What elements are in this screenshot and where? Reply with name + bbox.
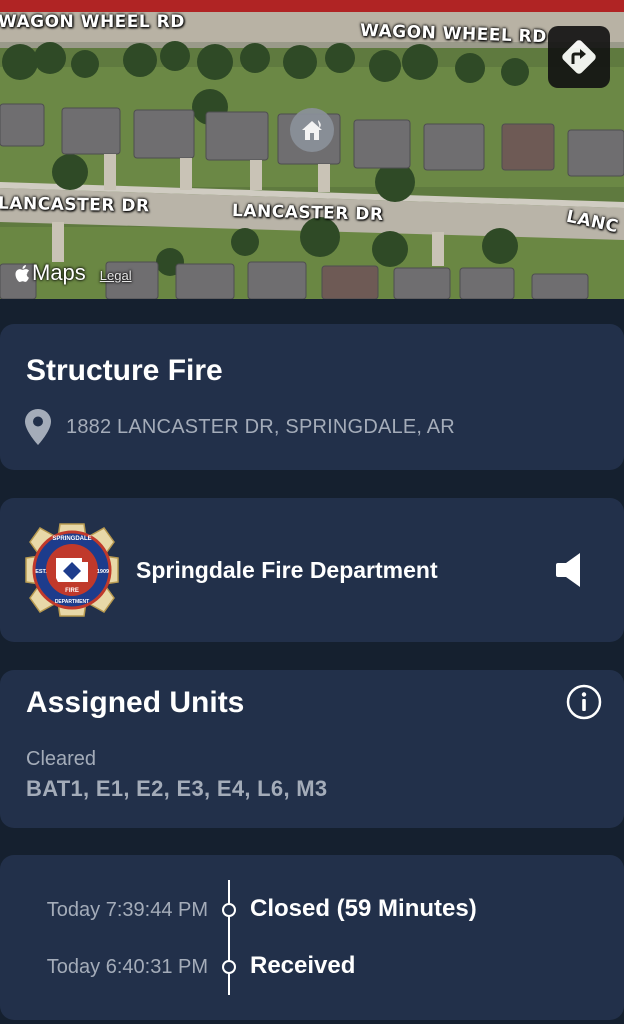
- info-icon[interactable]: [566, 684, 602, 720]
- assigned-units-title: Assigned Units: [26, 686, 245, 719]
- road-label: WAGON WHEEL RD: [0, 12, 185, 32]
- maps-brand-label: Maps: [32, 260, 86, 285]
- incident-address: 1882 LANCASTER DR, SPRINGDALE, AR: [66, 415, 455, 438]
- incident-address-row[interactable]: 1882 LANCASTER DR, SPRINGDALE, AR: [24, 408, 455, 446]
- incident-location-pin[interactable]: [290, 108, 334, 152]
- badge-fire-text: FIRE: [65, 588, 79, 594]
- units-status-label: Cleared: [26, 748, 97, 770]
- house-fire-icon: [302, 120, 322, 140]
- timeline-dot: [222, 903, 236, 917]
- top-status-bar: [0, 0, 624, 12]
- timeline-time: Today 6:40:31 PM: [46, 956, 208, 978]
- timeline-event: Received: [250, 952, 356, 979]
- badge-bottom-text: DEPARTMENT: [55, 599, 89, 605]
- incident-type-title: Structure Fire: [26, 354, 223, 387]
- directions-icon: [562, 40, 596, 74]
- badge-top-text: SPRINGDALE: [52, 536, 91, 542]
- road-label: LANCASTER DR: [231, 201, 384, 225]
- directions-button[interactable]: [548, 26, 610, 88]
- speaker-icon[interactable]: [556, 552, 584, 588]
- incident-detail-screen: WAGON WHEEL RD WAGON WHEEL RD LANCASTER …: [0, 0, 624, 1024]
- units-list: BAT1, E1, E2, E3, E4, L6, M3: [26, 776, 328, 801]
- location-pin-icon: [25, 409, 51, 445]
- maps-brand: Maps: [14, 260, 86, 286]
- apple-logo-icon: [15, 264, 30, 282]
- map-satellite-imagery: [0, 12, 624, 299]
- fire-department-badge: SPRINGDALE EST. 1909 FIRE DEPARTMENT: [25, 523, 119, 617]
- incident-card: Structure Fire 1882 LANCASTER DR, SPRING…: [0, 324, 624, 470]
- timeline-entry: Today 7:39:44 PM Closed (59 Minutes): [0, 895, 624, 925]
- timeline-card: Today 7:39:44 PM Closed (59 Minutes) Tod…: [0, 855, 624, 1020]
- incident-map[interactable]: WAGON WHEEL RD WAGON WHEEL RD LANCASTER …: [0, 12, 624, 299]
- timeline-event: Closed (59 Minutes): [250, 895, 477, 922]
- timeline-dot: [222, 960, 236, 974]
- maps-attribution: Maps Legal: [14, 260, 132, 286]
- department-name: Springdale Fire Department: [136, 556, 438, 583]
- badge-right-text: 1909: [97, 569, 109, 575]
- department-card: SPRINGDALE EST. 1909 FIRE DEPARTMENT Spr…: [0, 498, 624, 642]
- timeline-time: Today 7:39:44 PM: [46, 899, 208, 921]
- timeline-entry: Today 6:40:31 PM Received: [0, 952, 624, 982]
- maps-legal-link[interactable]: Legal: [100, 268, 132, 283]
- department-row: SPRINGDALE EST. 1909 FIRE DEPARTMENT Spr…: [24, 522, 438, 618]
- road-label: LANCASTER DR: [0, 193, 150, 217]
- assigned-units-card: Assigned Units Cleared BAT1, E1, E2, E3,…: [0, 670, 624, 828]
- badge-left-text: EST.: [35, 569, 47, 575]
